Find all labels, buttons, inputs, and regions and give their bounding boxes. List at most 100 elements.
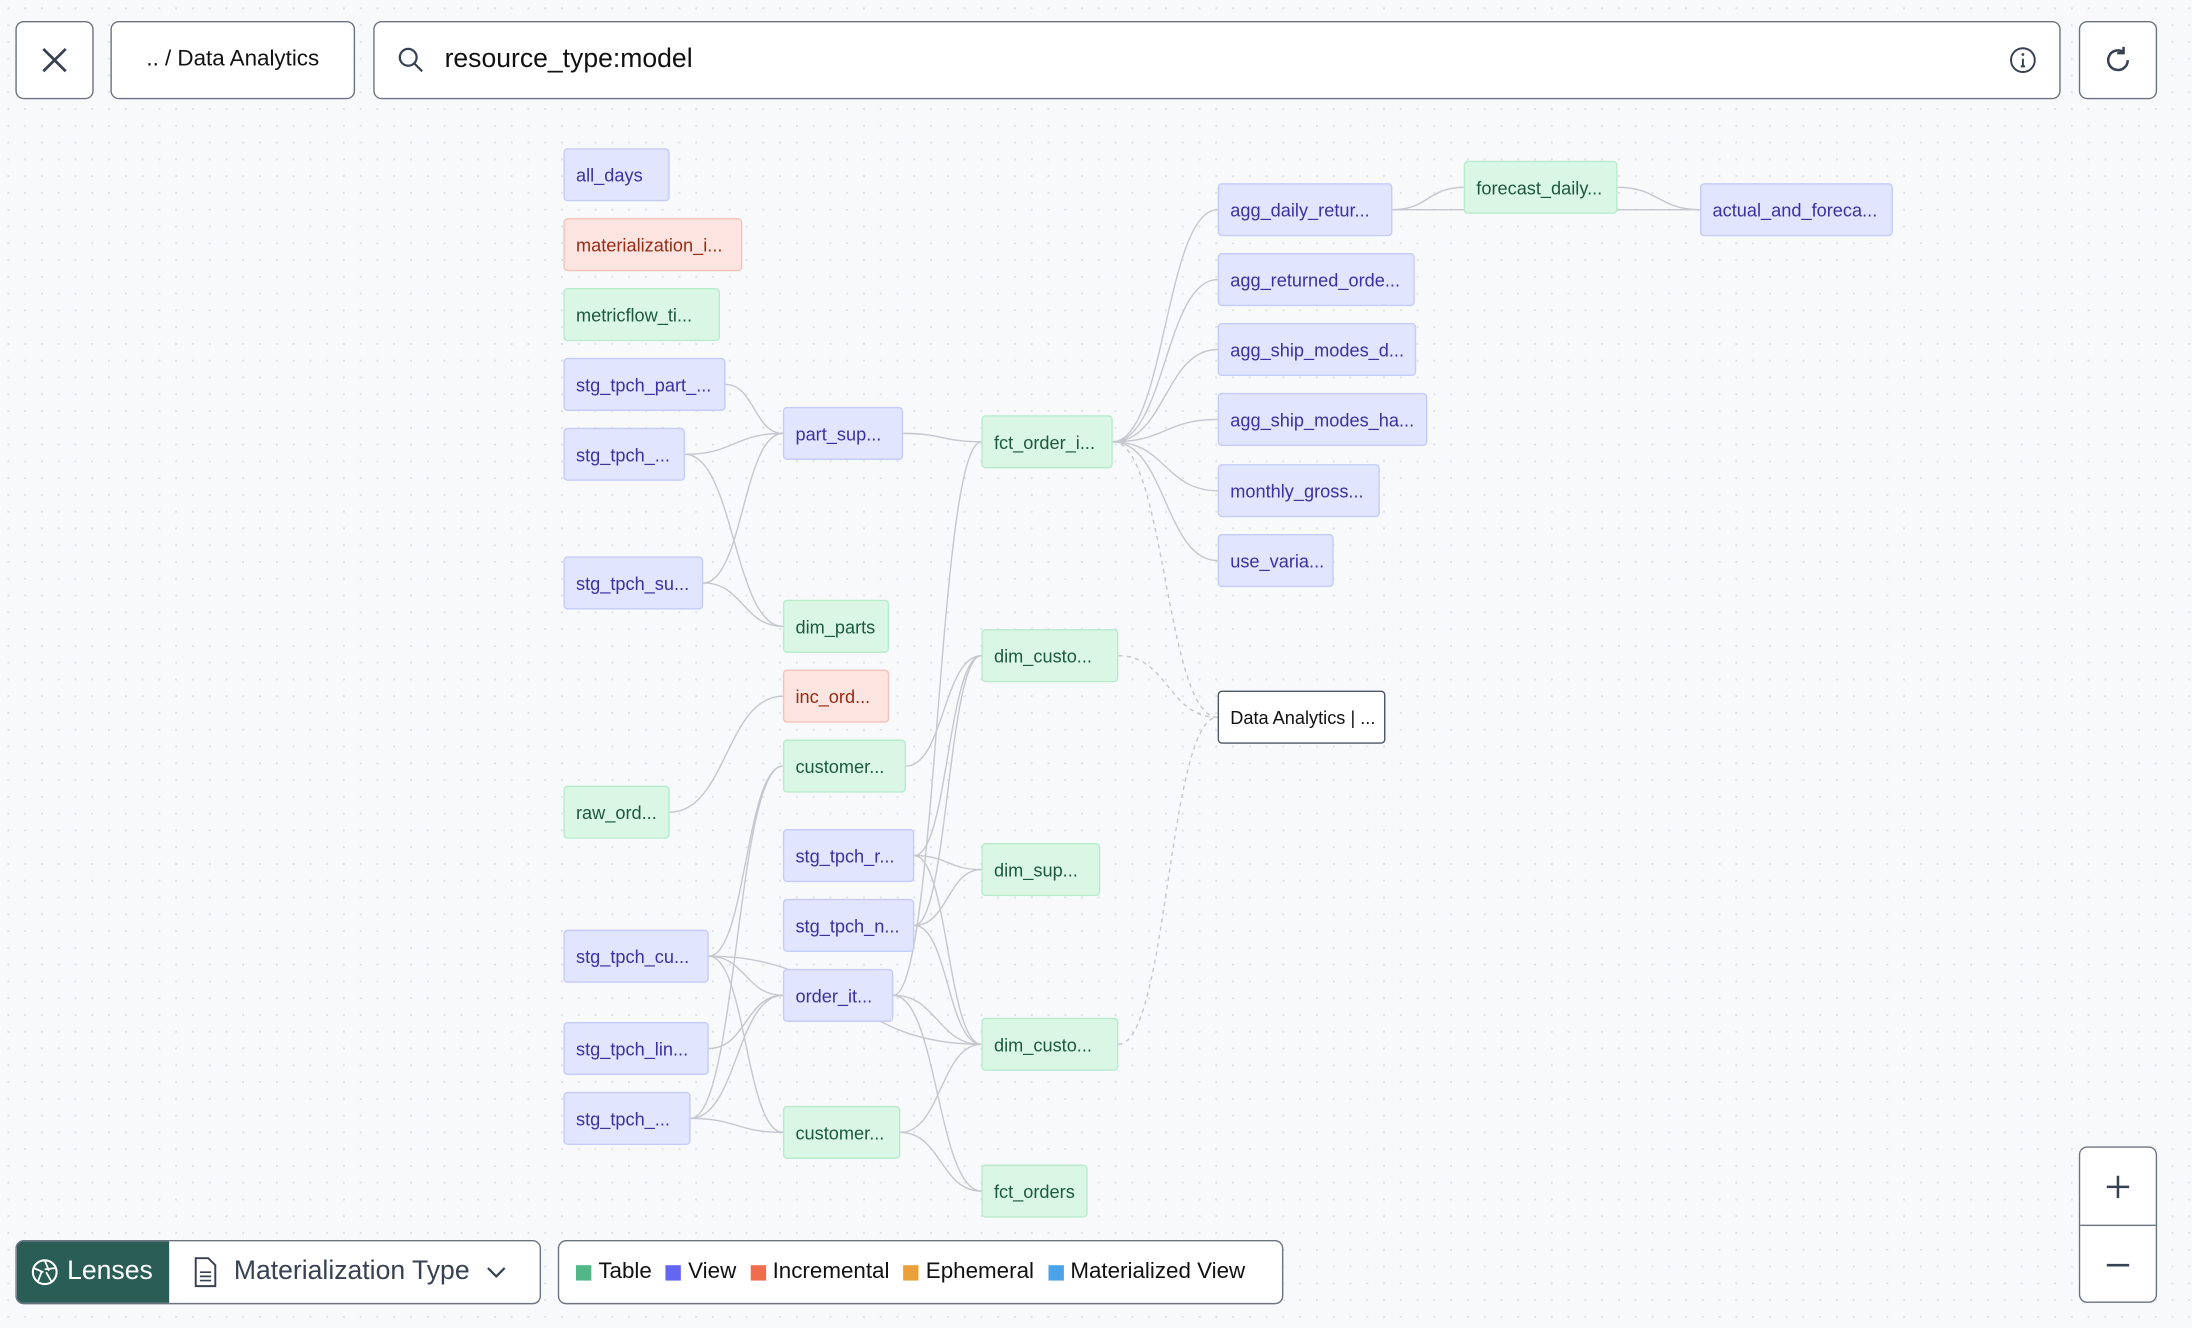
lineage-node[interactable]: fct_orders: [981, 1164, 1088, 1218]
lineage-node[interactable]: use_varia...: [1217, 534, 1334, 588]
node-label: stg_tpch_...: [575, 443, 670, 465]
node-label: stg_tpch_su...: [575, 572, 690, 594]
lineage-node[interactable]: agg_ship_modes_d...: [1217, 322, 1417, 377]
lineage-edge: [903, 432, 982, 443]
node-label: dim_sup...: [993, 859, 1078, 881]
lineage-edge: [690, 1117, 783, 1134]
lineage-node[interactable]: order_it...: [782, 968, 894, 1022]
lineage-edge: [685, 432, 783, 456]
lineage-node[interactable]: stg_tpch_...: [563, 427, 686, 481]
lineage-node[interactable]: agg_returned_orde...: [1217, 253, 1415, 307]
node-label: all_days: [575, 164, 643, 186]
lineage-node[interactable]: stg_tpch_part_...: [563, 357, 726, 412]
lineage-edge: [893, 994, 982, 1192]
minus-icon: [2106, 1263, 2130, 1266]
lineage-edge: [1112, 441, 1218, 718]
lineage-canvas[interactable]: all_days materialization_i... metricflow_t…: [0, 0, 2192, 1328]
lenses-button[interactable]: Lenses: [16, 1241, 170, 1303]
legend-label: Materialized View: [1070, 1259, 1246, 1284]
lineage-edge: [1112, 348, 1218, 443]
legend-item: Incremental: [750, 1260, 889, 1285]
lineage-edge: [914, 924, 982, 1046]
node-label: metricflow_ti...: [575, 304, 693, 326]
lenses-label: Lenses: [67, 1256, 153, 1287]
legend-label: Table: [598, 1259, 652, 1284]
legend-item: Ephemeral: [903, 1260, 1034, 1285]
lineage-edge: [1112, 278, 1218, 443]
lineage-edge: [725, 383, 783, 435]
lineage-node[interactable]: fct_order_i...: [981, 415, 1113, 469]
lineage-edge: [905, 654, 982, 767]
close-icon: [42, 47, 67, 73]
lineage-node[interactable]: dim_parts: [782, 599, 890, 653]
lineage-edge: [914, 854, 982, 1046]
lineage-node[interactable]: dim_sup...: [981, 842, 1101, 897]
lineage-node[interactable]: forecast_daily...: [1463, 160, 1618, 214]
lineage-node[interactable]: stg_tpch_n...: [782, 898, 915, 953]
legend-item: Materialized View: [1047, 1259, 1246, 1285]
legend-item: Table: [575, 1259, 652, 1285]
legend-swatch: [665, 1264, 682, 1280]
lineage-node[interactable]: stg_tpch_su...: [563, 556, 704, 610]
refresh-button[interactable]: [2078, 20, 2158, 100]
node-label: agg_ship_modes_d...: [1230, 339, 1405, 360]
legend-swatch: [750, 1264, 766, 1280]
node-label: Data Analytics | ...: [1230, 706, 1376, 728]
lineage-node[interactable]: Data Analytics | ...: [1217, 690, 1386, 744]
node-label: part_sup...: [795, 422, 882, 444]
lineage-edge: [703, 432, 783, 584]
legend-swatch: [1047, 1264, 1064, 1280]
lineage-node[interactable]: metricflow_ti...: [563, 287, 720, 342]
lineage-node[interactable]: materialization_i...: [563, 218, 743, 272]
chevron-down-icon: [486, 1267, 506, 1278]
node-label: inc_ord...: [795, 685, 871, 707]
lineage-node[interactable]: customer...: [782, 739, 906, 793]
lineage-node[interactable]: stg_tpch_lin...: [563, 1021, 709, 1076]
lineage-edge: [1617, 186, 1700, 211]
breadcrumb-text: .. / Data Analytics: [146, 47, 320, 72]
lineage-edge: [708, 765, 783, 957]
node-label: dim_custo...: [993, 1033, 1092, 1055]
node-label: raw_ord...: [575, 801, 657, 823]
legend-swatch: [903, 1264, 919, 1280]
breadcrumb[interactable]: .. / Data Analytics: [110, 20, 356, 100]
node-label: stg_tpch_r...: [795, 845, 895, 867]
lineage-node[interactable]: raw_ord...: [563, 785, 670, 839]
lineage-node[interactable]: inc_ord...: [782, 669, 890, 723]
zoom-in-button[interactable]: [2080, 1148, 2155, 1225]
lineage-node[interactable]: part_sup...: [782, 406, 904, 460]
lineage-node[interactable]: agg_ship_modes_ha...: [1217, 392, 1428, 446]
node-label: forecast_daily...: [1476, 176, 1603, 198]
refresh-icon: [2106, 46, 2130, 72]
lineage-node[interactable]: all_days: [563, 148, 670, 202]
lineage-edge: [914, 654, 982, 927]
lineage-node[interactable]: monthly_gross...: [1217, 464, 1380, 518]
lineage-node[interactable]: stg_tpch_cu...: [563, 929, 709, 983]
search-input[interactable]: resource_type:model: [373, 20, 2061, 100]
lineage-node[interactable]: stg_tpch_...: [563, 1091, 691, 1145]
lineage-edge: [1118, 716, 1218, 1046]
lineage-node[interactable]: dim_custo...: [981, 629, 1119, 683]
lineage-node[interactable]: customer...: [782, 1105, 901, 1159]
node-label: monthly_gross...: [1230, 480, 1364, 502]
node-label: customer...: [795, 755, 885, 777]
lineage-node[interactable]: actual_and_foreca...: [1699, 183, 1893, 237]
close-button[interactable]: [15, 20, 94, 100]
node-label: stg_tpch_lin...: [575, 1038, 689, 1059]
legend-swatch: [575, 1264, 592, 1280]
node-label: dim_custo...: [993, 645, 1092, 667]
lineage-node[interactable]: agg_daily_retur...: [1217, 183, 1393, 237]
node-label: dim_parts: [795, 615, 876, 637]
node-label: use_varia...: [1230, 550, 1325, 572]
lens-type-dropdown[interactable]: Materialization Type: [170, 1241, 540, 1303]
lineage-edge: [708, 994, 783, 1050]
info-icon[interactable]: [2009, 46, 2037, 74]
node-label: stg_tpch_part_...: [575, 373, 712, 395]
lineage-node[interactable]: dim_custo...: [981, 1017, 1119, 1071]
zoom-out-button[interactable]: [2080, 1224, 2156, 1303]
node-label: stg_tpch_cu...: [575, 945, 690, 967]
lens-type-value: Materialization Type: [233, 1256, 470, 1287]
lineage-node[interactable]: stg_tpch_r...: [782, 829, 915, 883]
lineage-edge: [1392, 186, 1464, 211]
node-label: fct_orders: [993, 1180, 1075, 1202]
